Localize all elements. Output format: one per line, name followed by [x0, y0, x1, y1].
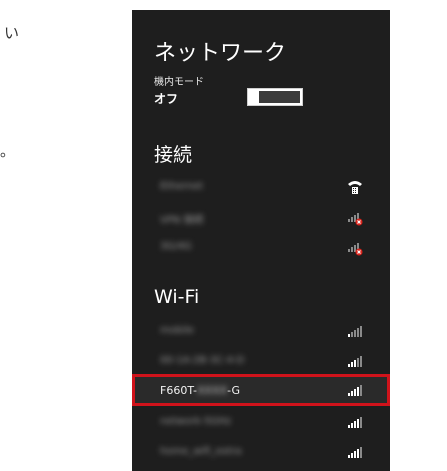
signal-disconnected-icon [346, 208, 364, 226]
connection-item[interactable]: 3G/4G [132, 232, 390, 262]
toggle-thumb [250, 91, 258, 103]
dialup-icon [346, 178, 364, 196]
connection-name: 3G/4G [160, 241, 192, 252]
wifi-network-item[interactable]: mobile [132, 316, 390, 346]
wifi-signal-icon [346, 443, 364, 461]
network-flyout-panel: ネットワーク 機内モード オフ 接続 Ethernet VPN 接続 3G/4G… [132, 10, 390, 471]
airplane-mode-label: 機内モード [154, 77, 204, 88]
wifi-network-name: home_wifi_extra [160, 446, 242, 457]
wifi-network-name: mobile [160, 325, 194, 336]
wifi-network-name: F660T-XXXX-G [160, 384, 241, 397]
connection-name: Ethernet [160, 181, 204, 192]
airplane-mode-state: オフ [154, 92, 179, 106]
wifi-section-title: Wi-Fi [154, 286, 200, 308]
panel-title: ネットワーク [154, 41, 287, 66]
wifi-network-item[interactable]: home_wifi_extra [132, 437, 390, 467]
wifi-signal-icon [346, 322, 364, 340]
airplane-mode-toggle[interactable] [247, 88, 303, 106]
wifi-signal-icon [346, 381, 364, 399]
background-text-fragment: い [4, 24, 20, 42]
background-text-fragment: 。 [0, 142, 16, 160]
wifi-network-item-selected[interactable]: F660T-XXXX-G [132, 374, 390, 406]
toggle-track [259, 91, 300, 103]
wifi-network-item[interactable]: network-5GHz [132, 407, 390, 437]
wifi-network-item[interactable]: 00-1A-2B-3C-4-D [132, 346, 390, 376]
connections-section-title: 接続 [154, 144, 193, 166]
wifi-signal-icon [346, 413, 364, 431]
signal-disconnected-icon [346, 238, 364, 256]
connection-item[interactable]: Ethernet [132, 172, 390, 202]
connection-item[interactable]: VPN 接続 [132, 202, 390, 232]
wifi-signal-icon [346, 352, 364, 370]
wifi-network-name: 00-1A-2B-3C-4-D [160, 355, 245, 366]
wifi-network-name: network-5GHz [160, 416, 232, 427]
connection-name: VPN 接続 [160, 215, 204, 226]
